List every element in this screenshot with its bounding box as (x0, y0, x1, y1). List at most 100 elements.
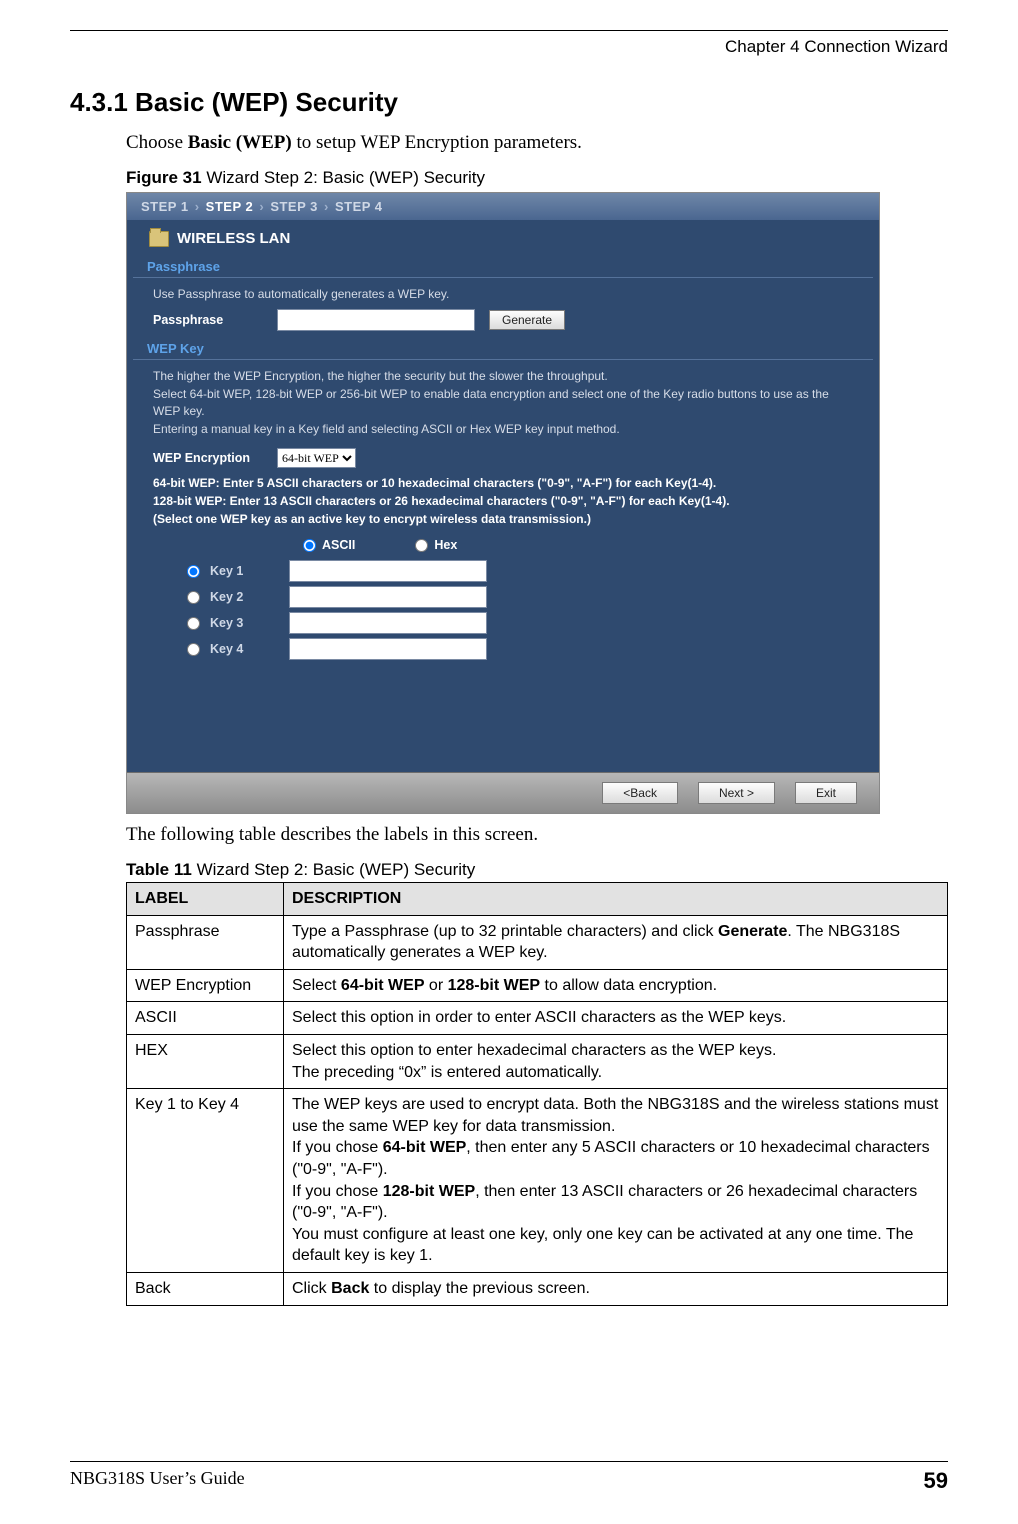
cell-desc: Type a Passphrase (up to 32 printable ch… (284, 915, 948, 969)
wepkey-body: The higher the WEP Encryption, the highe… (127, 360, 879, 668)
table-caption-text: Wizard Step 2: Basic (WEP) Security (192, 860, 475, 879)
ascii-radio-label[interactable]: ASCII (303, 536, 355, 554)
txt: You must configure at least one key, onl… (292, 1224, 939, 1267)
wep-hint3: (Select one WEP key as an active key to … (153, 510, 859, 528)
key3-input[interactable] (289, 612, 487, 634)
txt: Click (292, 1280, 331, 1297)
key1-label[interactable]: Key 1 (187, 562, 267, 580)
after-figure-text: The following table describes the labels… (126, 824, 948, 846)
step-bar: STEP 1 › STEP 2 › STEP 3 › STEP 4 (127, 193, 879, 220)
table-row: Back Click Back to display the previous … (127, 1272, 948, 1305)
txt: to display the previous screen. (369, 1280, 590, 1297)
table-row: ASCII Select this option in order to ent… (127, 1002, 948, 1035)
hex-text: Hex (434, 536, 457, 554)
txt: If you chose (292, 1183, 383, 1200)
step-4: STEP 4 (335, 199, 383, 214)
hex-radio[interactable] (415, 539, 428, 552)
description-table: LABEL DESCRIPTION Passphrase Type a Pass… (126, 882, 948, 1306)
table-row: Key 1 to Key 4 The WEP keys are used to … (127, 1089, 948, 1273)
table-caption: Table 11 Wizard Step 2: Basic (WEP) Secu… (126, 860, 948, 880)
key2-input[interactable] (289, 586, 487, 608)
txt: Type a Passphrase (up to 32 printable ch… (292, 923, 718, 940)
passphrase-note: Use Passphrase to automatically generate… (153, 286, 859, 303)
back-button[interactable]: <Back (602, 782, 678, 804)
key4-radio[interactable] (187, 643, 200, 656)
exit-button[interactable]: Exit (795, 782, 857, 804)
key1-text: Key 1 (210, 562, 243, 580)
wep-note1: The higher the WEP Encryption, the highe… (153, 368, 859, 385)
step-sep: › (324, 199, 329, 214)
txt-bold: 64-bit WEP (383, 1139, 467, 1156)
txt: The WEP keys are used to encrypt data. B… (292, 1094, 939, 1137)
figure-text: Wizard Step 2: Basic (WEP) Security (202, 168, 485, 187)
key4-label[interactable]: Key 4 (187, 640, 267, 658)
step-2: STEP 2 (206, 199, 254, 214)
generate-button[interactable]: Generate (489, 310, 565, 330)
wizard-screenshot: STEP 1 › STEP 2 › STEP 3 › STEP 4 WIRELE… (126, 192, 880, 814)
cell-label: HEX (127, 1034, 284, 1088)
cell-label: ASCII (127, 1002, 284, 1035)
wep-enc-select[interactable]: 64-bit WEP (277, 448, 356, 468)
key3-radio[interactable] (187, 617, 200, 630)
passphrase-input[interactable] (277, 309, 475, 331)
passphrase-header: Passphrase (133, 253, 873, 278)
step-sep: › (259, 199, 264, 214)
key4-input[interactable] (289, 638, 487, 660)
txt-bold: 128-bit WEP (448, 977, 540, 994)
step-1: STEP 1 (141, 199, 189, 214)
intro-pre: Choose (126, 132, 188, 153)
wlan-title: WIRELESS LAN (177, 230, 290, 247)
hex-radio-label[interactable]: Hex (415, 536, 457, 554)
figure-caption: Figure 31 Wizard Step 2: Basic (WEP) Sec… (126, 168, 948, 188)
key3-label[interactable]: Key 3 (187, 614, 267, 632)
txt: If you chose (292, 1139, 383, 1156)
wep-note3: Entering a manual key in a Key field and… (153, 421, 859, 438)
cell-desc: Select this option in order to enter ASC… (284, 1002, 948, 1035)
step-sep: › (195, 199, 200, 214)
th-desc: DESCRIPTION (284, 883, 948, 916)
footer-page-number: 59 (924, 1468, 948, 1494)
ascii-radio[interactable] (303, 539, 316, 552)
key1-radio[interactable] (187, 565, 200, 578)
key3-text: Key 3 (210, 614, 243, 632)
intro-bold: Basic (WEP) (188, 132, 292, 153)
ascii-text: ASCII (322, 536, 355, 554)
key2-radio[interactable] (187, 591, 200, 604)
txt: Select (292, 977, 341, 994)
key2-label[interactable]: Key 2 (187, 588, 267, 606)
passphrase-label: Passphrase (153, 311, 263, 329)
figure-label: Figure 31 (126, 168, 202, 187)
next-button[interactable]: Next > (698, 782, 775, 804)
wep-enc-label: WEP Encryption (153, 449, 263, 467)
step-3: STEP 3 (270, 199, 318, 214)
wepkey-header: WEP Key (133, 335, 873, 360)
txt-bold: Back (331, 1280, 369, 1297)
table-row: WEP Encryption Select 64-bit WEP or 128-… (127, 969, 948, 1002)
table-row: Passphrase Type a Passphrase (up to 32 p… (127, 915, 948, 969)
cell-desc: Click Back to display the previous scree… (284, 1272, 948, 1305)
txt: to allow data encryption. (540, 977, 717, 994)
table-row: HEX Select this option to enter hexadeci… (127, 1034, 948, 1088)
th-label: LABEL (127, 883, 284, 916)
cell-desc: Select this option to enter hexadecimal … (284, 1034, 948, 1088)
cell-label: Passphrase (127, 915, 284, 969)
table-label: Table 11 (126, 860, 192, 879)
txt: or (424, 977, 447, 994)
footer-guide: NBG318S User’s Guide (70, 1468, 245, 1494)
section-title: 4.3.1 Basic (WEP) Security (70, 87, 948, 118)
wep-hint2: 128-bit WEP: Enter 13 ASCII characters o… (153, 492, 859, 510)
button-bar: <Back Next > Exit (127, 772, 879, 813)
key1-input[interactable] (289, 560, 487, 582)
wep-note2: Select 64-bit WEP, 128-bit WEP or 256-bi… (153, 386, 859, 421)
chapter-header: Chapter 4 Connection Wizard (70, 37, 948, 57)
cell-label: Key 1 to Key 4 (127, 1089, 284, 1273)
key2-text: Key 2 (210, 588, 243, 606)
wep-hint1: 64-bit WEP: Enter 5 ASCII characters or … (153, 474, 859, 492)
txt: Select this option to enter hexadecimal … (292, 1040, 939, 1062)
key4-text: Key 4 (210, 640, 243, 658)
cell-desc: Select 64-bit WEP or 128-bit WEP to allo… (284, 969, 948, 1002)
intro-paragraph: Choose Basic (WEP) to setup WEP Encrypti… (126, 132, 948, 154)
txt: The preceding “0x” is entered automatica… (292, 1062, 939, 1084)
txt-bold: 128-bit WEP (383, 1183, 475, 1200)
folder-icon (149, 231, 169, 247)
